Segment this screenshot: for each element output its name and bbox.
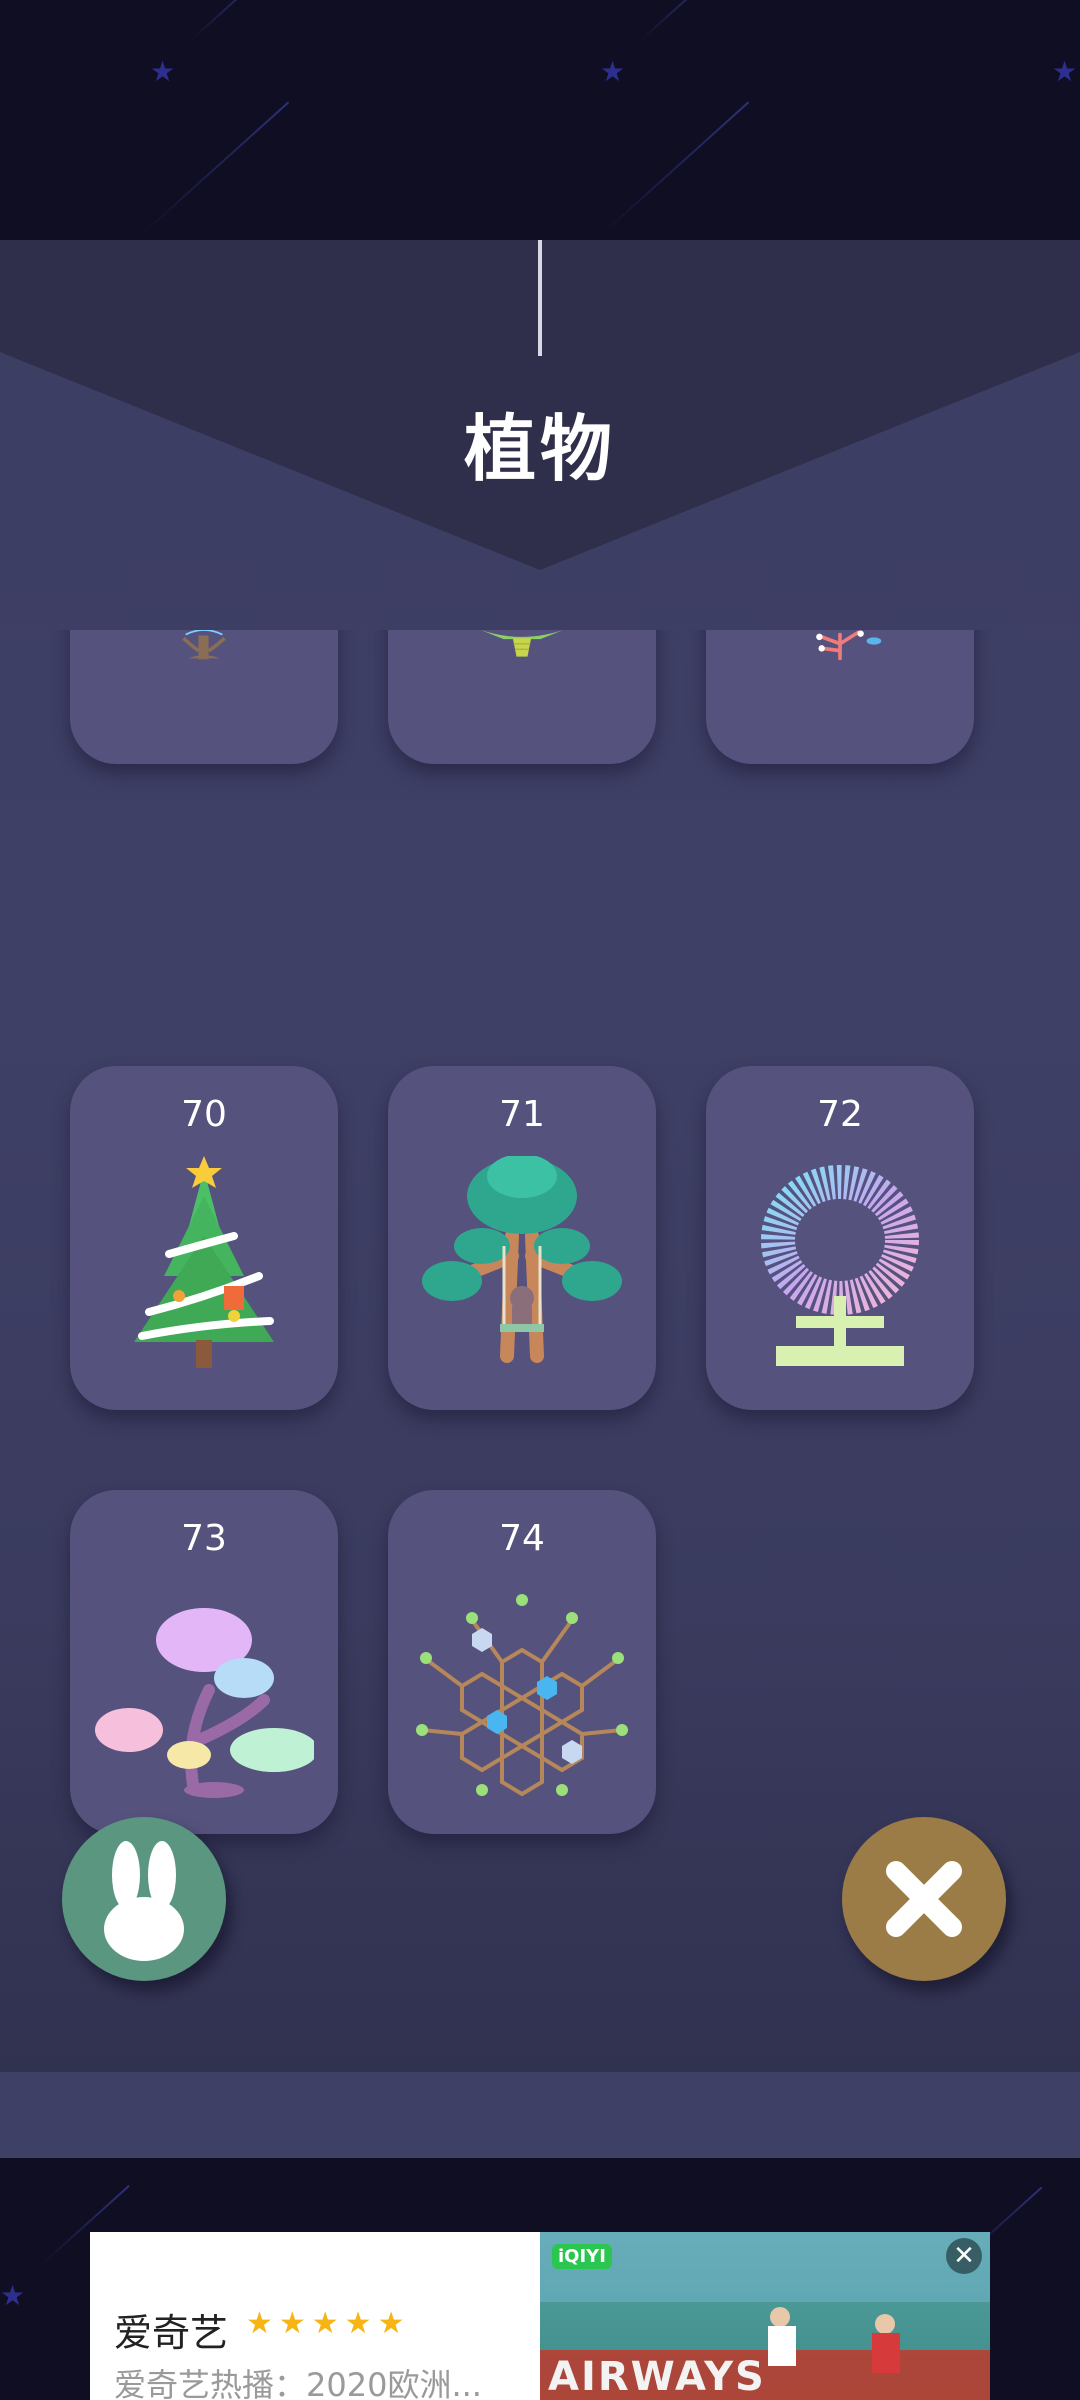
plant-card-74[interactable]: 74	[388, 1490, 656, 1834]
swing-tree-icon	[422, 1156, 622, 1363]
plant-card[interactable]	[388, 630, 656, 764]
ad-video-thumbnail[interactable]: iQIYI AIRWAYS ✕	[540, 2232, 990, 2400]
streak-decoration	[599, 101, 750, 237]
plant-card-72[interactable]: 72	[706, 1066, 974, 1410]
plant-card[interactable]	[706, 630, 974, 764]
streak-decoration	[139, 101, 290, 237]
plant-number: 74	[499, 1518, 545, 1559]
ad-video-brand: AIRWAYS	[548, 2354, 766, 2400]
page-title: 植物	[463, 407, 616, 491]
plant-collection-panel: 植物 70 71 72 73 74	[0, 240, 1080, 2072]
star-decoration: ★	[0, 2279, 26, 2312]
close-icon	[886, 1861, 962, 1937]
ferris-tree-icon	[182, 630, 226, 660]
ad-banner[interactable]: 爱奇艺 ★★★★★ 爱奇艺热播：2020欧洲... iQIYI AIRWAYS …	[90, 2232, 990, 2400]
fountain-plant-icon	[480, 630, 564, 657]
streak-decoration	[189, 0, 258, 42]
close-button[interactable]	[842, 1817, 1006, 1981]
plant-card-70[interactable]: 70	[70, 1066, 338, 1410]
ad-watermark: iQIYI	[552, 2244, 612, 2269]
hexagon-tree-icon	[416, 1594, 628, 1797]
plant-number: 71	[499, 1094, 545, 1135]
ad-description: 爱奇艺热播：2020欧洲...	[114, 2366, 482, 2400]
banner-hanger	[538, 240, 542, 356]
plant-number: 70	[181, 1094, 227, 1135]
rabbit-button[interactable]	[62, 1817, 226, 1981]
cloud-bonsai-icon	[95, 1608, 314, 1798]
plant-card-73[interactable]: 73	[70, 1490, 338, 1834]
ad-title: 爱奇艺	[114, 2311, 229, 2355]
christmas-tree-icon	[134, 1156, 274, 1368]
plant-card-71[interactable]: 71	[388, 1066, 656, 1410]
star-decoration: ★	[1052, 55, 1078, 88]
rabbit-icon	[104, 1841, 184, 1961]
panel-footer-strip	[0, 2072, 1080, 2158]
star-decoration: ★	[150, 55, 176, 88]
ad-text-area[interactable]: 爱奇艺 ★★★★★ 爱奇艺热播：2020欧洲...	[90, 2232, 540, 2400]
plant-card[interactable]	[70, 630, 338, 764]
ad-close-button[interactable]: ✕	[946, 2238, 982, 2274]
streak-decoration	[639, 0, 708, 42]
plant-number: 72	[817, 1094, 863, 1135]
coral-tree-icon	[816, 630, 882, 661]
plant-number: 73	[181, 1518, 227, 1559]
star-decoration: ★	[600, 55, 626, 88]
ad-rating-stars: ★★★★★	[246, 2306, 411, 2341]
pixel-flower-icon	[761, 1165, 919, 1366]
plant-grid: 70 71 72 73 74	[0, 630, 1080, 1930]
